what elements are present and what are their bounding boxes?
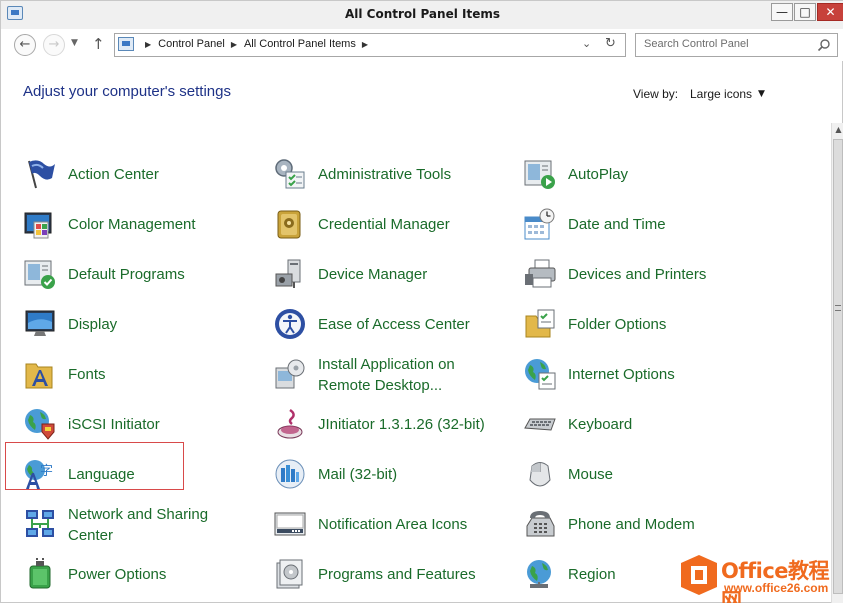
- item-color-management[interactable]: Color Management: [24, 208, 264, 252]
- scroll-up-icon[interactable]: ▲: [833, 125, 843, 137]
- office-logo-icon: [681, 555, 717, 595]
- control-panel-items: Action Center Administrative Tools AutoP…: [1, 1, 831, 603]
- credential-vault-icon: [277, 210, 301, 239]
- default-programs-icon: [24, 260, 55, 289]
- notification-area-icon: [274, 512, 306, 536]
- programs-features-icon: [276, 559, 303, 589]
- item-label: JInitiator 1.3.1.26 (32-bit): [318, 416, 485, 433]
- mail-icon: [275, 459, 305, 489]
- internet-globe-icon: [525, 359, 556, 390]
- item-jinitiator[interactable]: JInitiator 1.3.1.26 (32-bit): [274, 408, 514, 452]
- install-remote-icon: [275, 359, 305, 389]
- item-internet-options[interactable]: Internet Options: [524, 358, 764, 402]
- item-label: Fonts: [68, 366, 106, 383]
- watermark-url: www.office26.com: [724, 581, 829, 595]
- item-administrative-tools[interactable]: Administrative Tools: [274, 158, 514, 202]
- folder-options-icon: [525, 309, 555, 338]
- item-label: AutoPlay: [568, 166, 629, 183]
- item-label: Network and Sharing Center: [68, 504, 208, 546]
- item-mouse[interactable]: Mouse: [524, 458, 764, 502]
- item-label: Device Manager: [318, 266, 428, 283]
- item-install-application-remote-desktop[interactable]: Install Application on Remote Desktop...: [274, 356, 514, 402]
- printer-icon: [525, 259, 556, 288]
- item-notification-area-icons[interactable]: Notification Area Icons: [274, 508, 514, 552]
- iscsi-globe-icon: [25, 409, 55, 440]
- keyboard-icon: [524, 418, 556, 431]
- ease-of-access-icon: [275, 309, 305, 339]
- admin-tools-icon: [275, 159, 305, 189]
- calendar-clock-icon: [524, 208, 555, 240]
- item-ease-of-access-center[interactable]: Ease of Access Center: [274, 308, 514, 352]
- item-label: Devices and Printers: [568, 266, 707, 283]
- watermark: Office教程网 www.office26.com: [677, 551, 839, 603]
- mouse-icon: [529, 462, 551, 487]
- item-device-manager[interactable]: Device Manager: [274, 258, 514, 302]
- item-label-line: Remote Desktop...: [318, 377, 443, 394]
- color-management-icon: [24, 212, 52, 239]
- vertical-scrollbar[interactable]: ▲: [831, 123, 843, 603]
- device-manager-icon: [275, 259, 301, 288]
- item-label: Region: [568, 566, 616, 583]
- item-label: Mouse: [568, 466, 614, 483]
- highlight-box: [5, 442, 184, 490]
- item-label: Ease of Access Center: [318, 316, 470, 333]
- item-label: Credential Manager: [318, 216, 450, 233]
- item-label: Action Center: [68, 166, 159, 183]
- item-autoplay[interactable]: AutoPlay: [524, 158, 764, 202]
- item-label: Power Options: [68, 566, 167, 583]
- item-label: Default Programs: [68, 266, 185, 283]
- item-power-options[interactable]: Power Options: [24, 558, 264, 602]
- item-label: iSCSI Initiator: [68, 416, 160, 433]
- item-label: Programs and Features: [318, 566, 476, 583]
- control-panel-window: All Control Panel Items — □ ✕ ← → ▼ ↑ ▶ C…: [0, 0, 843, 603]
- item-label: Administrative Tools: [318, 166, 452, 183]
- item-label: Folder Options: [568, 316, 667, 333]
- item-label: Date and Time: [568, 216, 666, 233]
- item-keyboard[interactable]: Keyboard: [524, 408, 764, 452]
- item-label-line: Center: [68, 527, 114, 544]
- network-icon: [26, 510, 54, 537]
- power-options-icon: [29, 558, 51, 589]
- flag-icon: [28, 160, 55, 189]
- item-label: Display: [68, 316, 118, 333]
- item-credential-manager[interactable]: Credential Manager: [274, 208, 514, 252]
- item-network-and-sharing-center[interactable]: Network and Sharing Center: [24, 506, 264, 552]
- item-label-line: Network and Sharing: [68, 506, 209, 523]
- region-globe-icon: [527, 560, 551, 588]
- item-mail[interactable]: Mail (32-bit): [274, 458, 514, 502]
- monitor-icon: [25, 310, 55, 336]
- item-label: Keyboard: [568, 416, 633, 433]
- watermark-title: Office教程网: [721, 559, 830, 603]
- item-devices-and-printers[interactable]: Devices and Printers: [524, 258, 764, 302]
- phone-modem-icon: [526, 511, 555, 537]
- item-fonts[interactable]: Fonts: [24, 358, 264, 402]
- item-phone-and-modem[interactable]: Phone and Modem: [524, 508, 764, 552]
- item-label: Phone and Modem: [568, 516, 695, 533]
- item-folder-options[interactable]: Folder Options: [524, 308, 764, 352]
- item-date-and-time[interactable]: Date and Time: [524, 208, 764, 252]
- item-label: Install Application on Remote Desktop...: [318, 354, 455, 396]
- item-display[interactable]: Display: [24, 308, 264, 352]
- item-label: Notification Area Icons: [318, 516, 468, 533]
- jinitiator-icon: [277, 408, 303, 439]
- item-default-programs[interactable]: Default Programs: [24, 258, 264, 302]
- item-label: Mail (32-bit): [318, 466, 398, 483]
- item-action-center[interactable]: Action Center: [24, 158, 264, 202]
- item-label: Internet Options: [568, 366, 675, 383]
- autoplay-icon: [524, 160, 555, 189]
- item-label-line: Install Application on: [318, 356, 455, 373]
- grip-icon: [835, 305, 841, 311]
- fonts-folder-icon: [25, 363, 53, 389]
- scrollbar-thumb[interactable]: [833, 139, 843, 594]
- item-programs-and-features[interactable]: Programs and Features: [274, 558, 514, 602]
- item-label: Color Management: [68, 216, 196, 233]
